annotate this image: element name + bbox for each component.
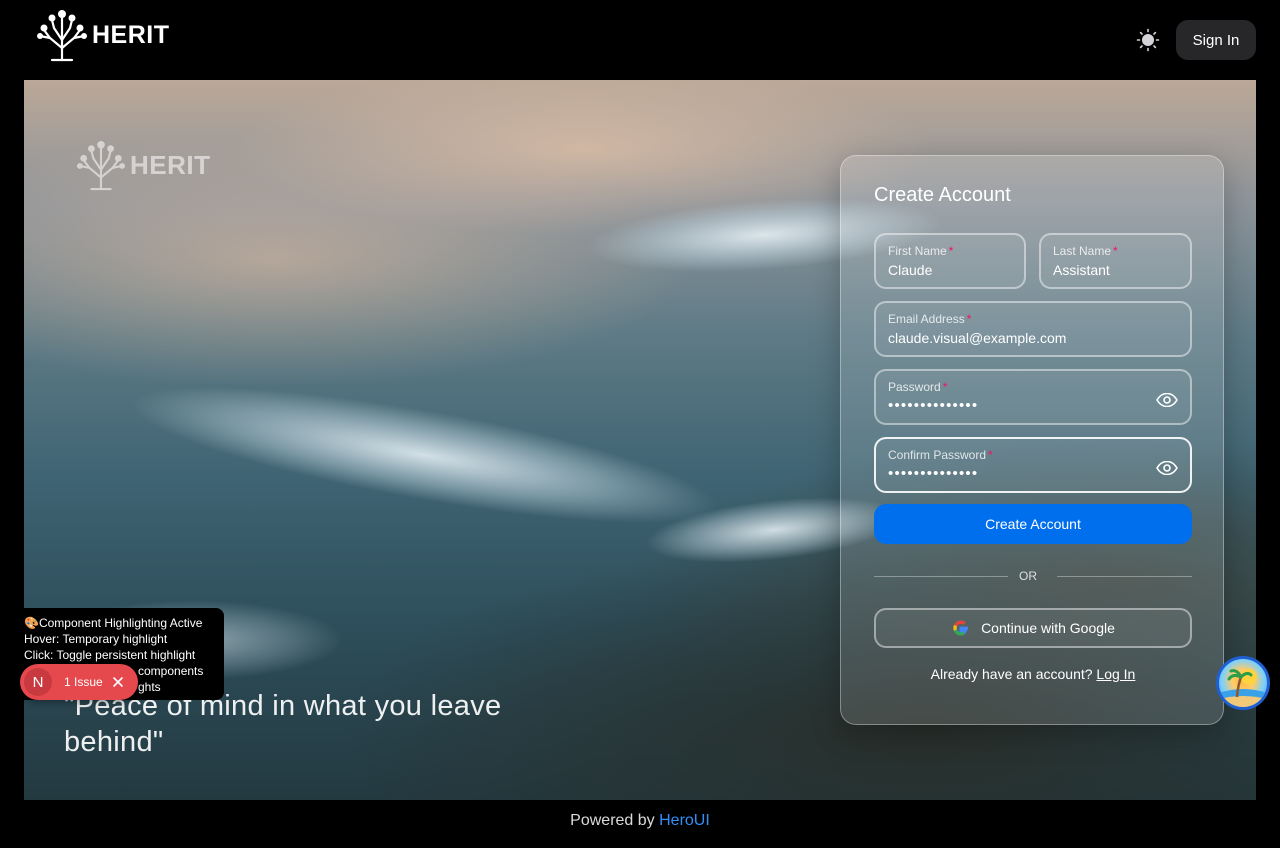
- email-field[interactable]: Email Address *: [874, 301, 1192, 357]
- top-navbar: HERIT Sign In: [0, 0, 1280, 80]
- google-button-label: Continue with Google: [981, 620, 1115, 636]
- tooltip-line: Click: Toggle persistent highlight: [24, 648, 196, 662]
- login-prompt-text: Already have an account?: [930, 666, 1093, 682]
- hero-logo: HERIT: [76, 138, 211, 192]
- or-divider-text: OR: [1019, 569, 1037, 583]
- divider-line-right: [1057, 576, 1192, 577]
- password-label: Password *: [888, 380, 948, 394]
- assistant-avatar-button[interactable]: [1216, 656, 1270, 710]
- google-icon: [953, 620, 969, 636]
- eye-icon[interactable]: [1156, 461, 1178, 475]
- footer: Powered by HeroUI: [0, 812, 1280, 830]
- footer-prefix: Powered by: [570, 812, 655, 829]
- beach-avatar-icon: [1219, 669, 1267, 707]
- confirm-password-field[interactable]: Confirm Password * ••••••••••••••: [874, 437, 1192, 493]
- divider-line-left: [874, 576, 1008, 577]
- wave-crest: [120, 358, 728, 552]
- tooltip-line: 🎨Component Highlighting Active: [24, 616, 203, 630]
- last-name-input[interactable]: [1053, 262, 1181, 278]
- close-icon[interactable]: [111, 675, 125, 689]
- last-name-label: Last Name *: [1053, 244, 1118, 258]
- create-account-card: Create Account First Name* Last Name* Em…: [840, 155, 1224, 725]
- theme-toggle-button[interactable]: [1133, 25, 1163, 55]
- brand-name: HERIT: [92, 20, 170, 49]
- first-name-label: First Name *: [888, 244, 954, 258]
- card-title: Create Account: [874, 184, 1011, 206]
- brand-logo[interactable]: HERIT: [36, 8, 170, 62]
- sun-icon: [1136, 28, 1160, 52]
- email-input[interactable]: [888, 330, 1178, 346]
- email-label: Email Address *: [888, 312, 972, 326]
- first-name-field[interactable]: First Name *: [874, 233, 1026, 289]
- issue-count: 1 Issue: [64, 675, 103, 689]
- create-account-button[interactable]: Create Account: [874, 504, 1192, 544]
- hero-logo-text: HERIT: [130, 149, 211, 180]
- tooltip-line: Hover: Temporary highlight: [24, 632, 168, 646]
- sign-in-button[interactable]: Sign In: [1176, 20, 1256, 60]
- issue-badge-button[interactable]: N 1 Issue: [20, 664, 138, 700]
- password-field[interactable]: Password * ••••••••••••••: [874, 369, 1192, 425]
- heroui-link[interactable]: HeroUI: [659, 812, 710, 829]
- login-prompt: Already have an account? Log In: [841, 666, 1225, 682]
- continue-with-google-button[interactable]: Continue with Google: [874, 608, 1192, 648]
- nextjs-logo-icon: N: [24, 668, 52, 696]
- last-name-field[interactable]: Last Name *: [1039, 233, 1192, 289]
- confirm-password-input[interactable]: ••••••••••••••: [888, 465, 1138, 482]
- confirm-password-label: Confirm Password *: [888, 448, 993, 462]
- tree-logo-icon: [76, 140, 126, 191]
- log-in-link[interactable]: Log In: [1096, 666, 1135, 682]
- password-input[interactable]: ••••••••••••••: [888, 397, 1138, 414]
- first-name-input[interactable]: [888, 262, 1016, 278]
- eye-icon[interactable]: [1156, 393, 1178, 407]
- tree-logo-icon: [37, 10, 87, 62]
